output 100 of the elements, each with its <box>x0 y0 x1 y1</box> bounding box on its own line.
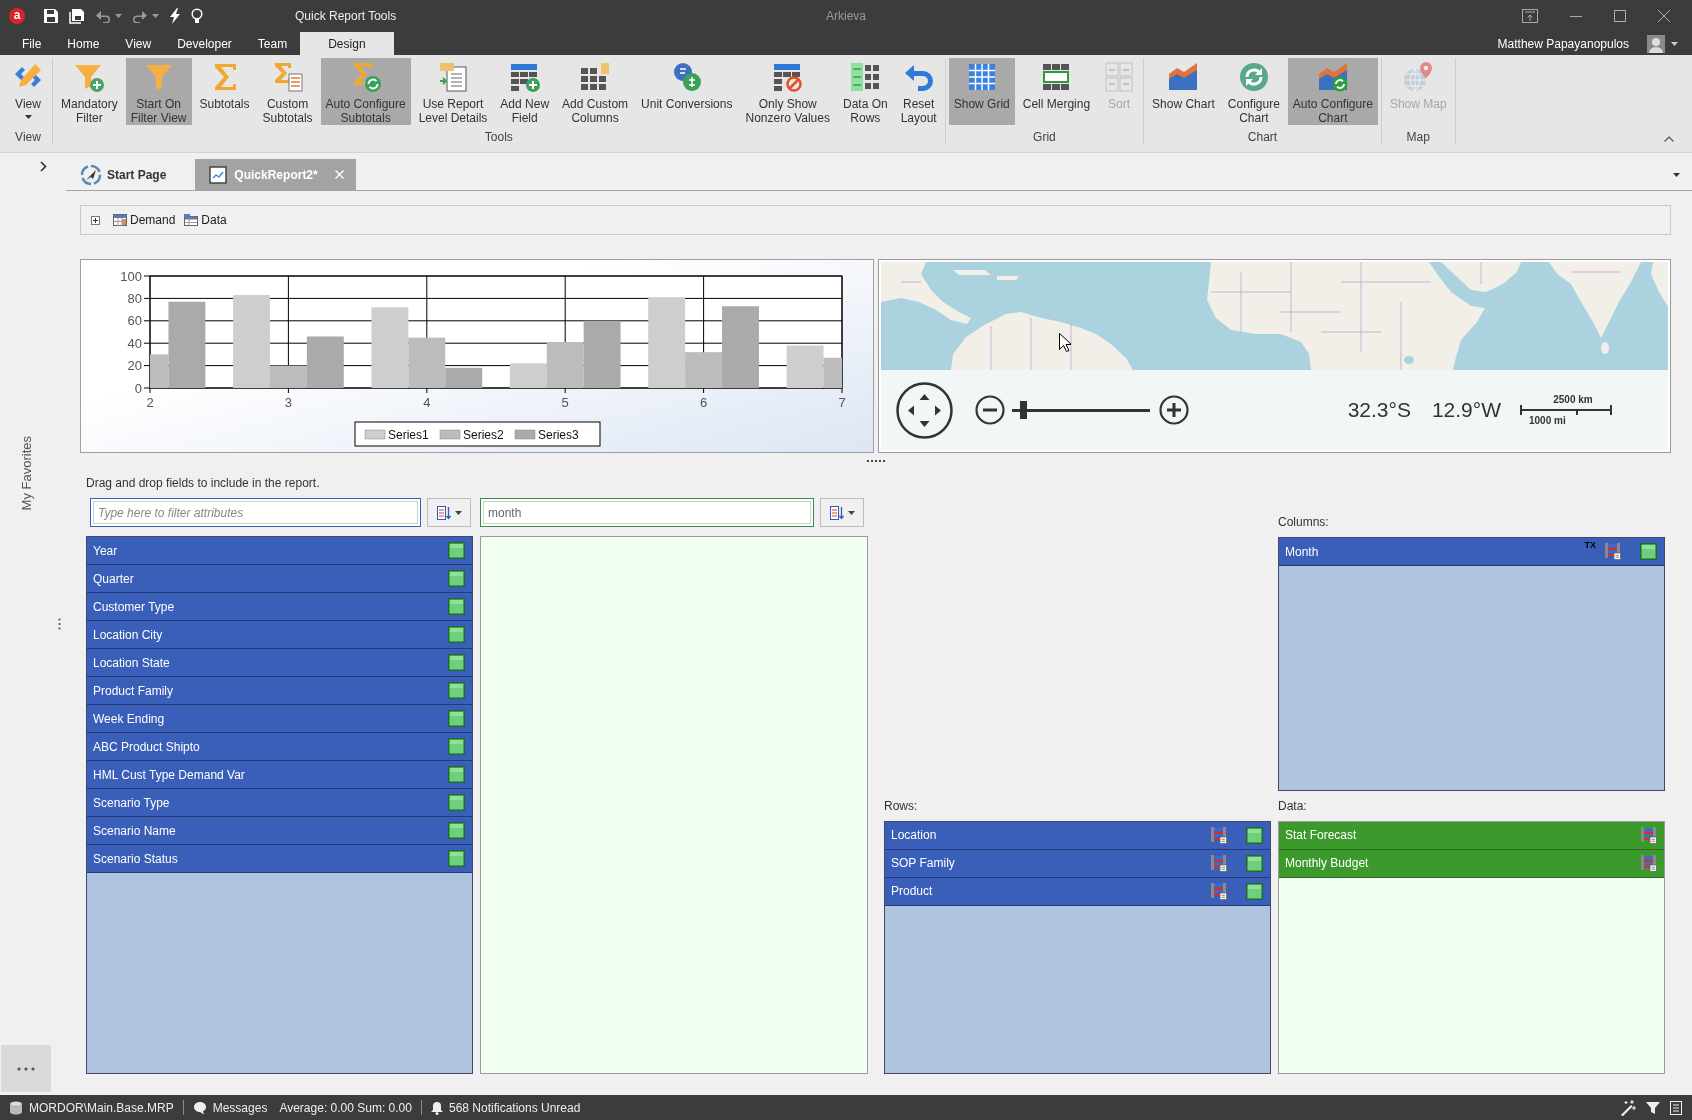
user-name[interactable]: Matthew Papayanopulos <box>1497 36 1629 51</box>
ribbon-button[interactable]: Configure Chart <box>1222 58 1285 125</box>
bell-icon <box>430 1100 443 1115</box>
pivot-field-item[interactable]: Stat Forecast <box>1279 821 1664 850</box>
ribbon-button[interactable]: Unit Conversions <box>636 58 738 125</box>
menu-tab[interactable]: File <box>9 32 55 55</box>
ribbon-button[interactable]: Custom Subtotals <box>257 58 318 125</box>
striped-table-icon <box>1211 882 1227 900</box>
ribbon-button[interactable]: Reset Layout <box>895 58 942 125</box>
database-table-icon <box>184 214 199 226</box>
pivot-field-item[interactable]: Monthly Budget <box>1279 849 1664 878</box>
save-all-icon[interactable] <box>69 8 85 24</box>
axis-tick-label: 7 <box>838 395 846 410</box>
zoom-out-icon[interactable] <box>975 395 1005 425</box>
menu-tab[interactable]: Team <box>244 32 301 55</box>
ribbon-button[interactable]: Use Report Level Details <box>413 58 493 125</box>
status-square-icon <box>1640 543 1657 560</box>
ribbon-button[interactable]: Cell Merging <box>1017 58 1096 125</box>
ribbon-button[interactable]: Add Custom Columns <box>557 58 634 125</box>
caret-down-icon <box>115 14 122 18</box>
undo-icon[interactable] <box>95 9 111 23</box>
ribbon-group-label: Tools <box>483 130 514 144</box>
avatar-icon[interactable] <box>1647 34 1665 53</box>
pan-control-icon[interactable] <box>896 381 953 439</box>
menu-tab[interactable]: Developer <box>164 32 245 55</box>
save-icon[interactable] <box>43 8 59 24</box>
caret-down-icon <box>1671 41 1678 46</box>
funnel-icon[interactable] <box>1646 1100 1660 1115</box>
sort-options-button[interactable] <box>427 498 471 527</box>
attribute-item[interactable]: Scenario Type <box>87 789 472 817</box>
breadcrumb-item[interactable]: Data <box>201 213 227 227</box>
scale-label: 2500 km <box>1552 394 1593 405</box>
chevron-right-icon[interactable] <box>40 161 47 172</box>
close-icon[interactable] <box>1658 10 1670 22</box>
ribbon-button[interactable]: Add New Field <box>495 58 555 125</box>
favorites-tab[interactable]: My Favorites <box>18 436 34 511</box>
ribbon-button[interactable]: View <box>7 58 49 125</box>
ribbon-button[interactable]: Auto Configure Subtotals <box>320 58 411 125</box>
attribute-item[interactable]: Location City <box>87 621 472 649</box>
attribute-item[interactable]: Product Family <box>87 677 472 705</box>
ribbon-display-icon[interactable] <box>1522 9 1538 23</box>
attribute-item[interactable]: HML Cust Type Demand Var <box>87 761 472 789</box>
pivot-field-item[interactable]: Month TX <box>1279 538 1664 566</box>
attribute-item[interactable]: Year <box>87 537 472 565</box>
maximize-icon[interactable] <box>1614 10 1626 22</box>
axis-tick-label: 80 <box>127 290 142 306</box>
notifications-label[interactable]: 568 Notifications Unread <box>448 1100 581 1115</box>
attribute-filter-field[interactable]: Type here to filter attributes <box>90 498 421 527</box>
grip-dots-icon[interactable] <box>57 618 61 630</box>
field-label: Year <box>93 543 118 558</box>
chevron-up-icon[interactable] <box>1664 136 1674 142</box>
lightbulb-icon[interactable] <box>191 8 203 24</box>
attribute-item[interactable]: Scenario Name <box>87 817 472 845</box>
rows-label: Rows: <box>884 797 919 814</box>
status-square-icon <box>448 682 465 699</box>
attribute-item[interactable]: Week Ending <box>87 705 472 733</box>
ribbon-button[interactable]: Mandatory Filter <box>56 58 123 125</box>
ribbon-button[interactable]: Start On Filter View <box>125 58 192 125</box>
breadcrumb-item[interactable]: Demand <box>130 213 176 227</box>
document-icon[interactable] <box>1670 1100 1682 1115</box>
menu-tab[interactable]: View <box>112 32 165 55</box>
ribbon-button[interactable]: Show Grid <box>948 58 1015 125</box>
columns-label: Columns: <box>1278 514 1330 530</box>
field-label: Scenario Status <box>93 851 178 866</box>
mouse-pointer-icon <box>1059 333 1071 352</box>
lightning-icon[interactable] <box>169 8 181 24</box>
ribbon-button[interactable]: Data On Rows <box>837 58 893 125</box>
pivot-field-item[interactable]: SOP Family <box>885 849 1270 878</box>
attribute-item[interactable]: Location State <box>87 649 472 677</box>
ribbon-group-label: Map <box>1405 130 1431 144</box>
legend-swatch-icon <box>364 429 386 440</box>
sort-options-button[interactable] <box>820 498 864 527</box>
ribbon-button[interactable]: Subtotals <box>194 58 255 125</box>
legend-label: Series3 <box>538 427 579 442</box>
expand-icon[interactable] <box>91 215 100 225</box>
zoom-slider-thumb[interactable] <box>1020 401 1028 419</box>
table-icon <box>113 214 127 226</box>
attribute-item[interactable]: Scenario Status <box>87 845 472 873</box>
ribbon-button[interactable]: Show Chart <box>1147 58 1220 125</box>
messages-link[interactable]: Messages <box>212 1100 268 1115</box>
ribbon-button[interactable]: Only Show Nonzero Values <box>740 58 835 125</box>
magic-wand-icon[interactable] <box>1620 1099 1636 1116</box>
attribute-item[interactable]: ABC Product Shipto <box>87 733 472 761</box>
measure-filter-field[interactable]: month <box>480 498 814 527</box>
pivot-field-item[interactable]: Product <box>885 877 1270 906</box>
menu-tab[interactable]: Home <box>54 32 113 55</box>
attribute-item[interactable]: Quarter <box>87 565 472 593</box>
document-tab[interactable]: Start Page <box>78 159 176 190</box>
field-label: Stat Forecast <box>1285 828 1357 842</box>
zoom-in-icon[interactable] <box>1159 395 1189 425</box>
status-square-icon <box>448 598 465 615</box>
axis-tick-label: 40 <box>127 335 142 351</box>
ribbon-button[interactable]: Auto Configure Chart <box>1287 58 1378 125</box>
pivot-field-item[interactable]: Location <box>885 821 1270 850</box>
redo-icon[interactable] <box>132 9 148 23</box>
area-chart-icon <box>1167 61 1200 93</box>
menu-tab[interactable]: Design <box>300 32 394 55</box>
attribute-item[interactable]: Customer Type <box>87 593 472 621</box>
status-square-icon <box>448 626 465 643</box>
caret-down-icon <box>1673 172 1680 177</box>
